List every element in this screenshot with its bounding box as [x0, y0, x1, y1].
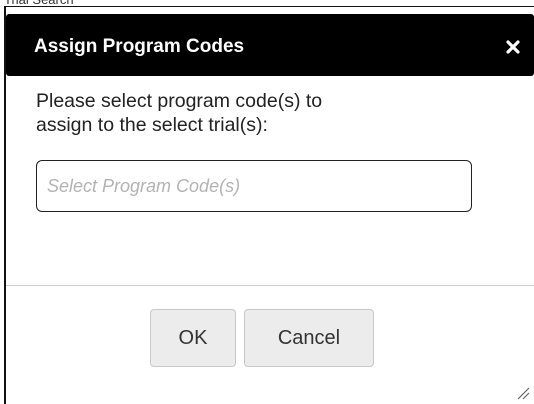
program-code-select[interactable]	[36, 160, 472, 212]
prompt-line-1: Please select program code(s) to	[36, 90, 323, 112]
close-button[interactable]	[500, 34, 526, 60]
resize-grip-icon[interactable]	[516, 386, 530, 400]
cancel-button[interactable]: Cancel	[244, 309, 374, 367]
dialog-title: Assign Program Codes	[34, 36, 245, 57]
ok-button[interactable]: OK	[150, 309, 236, 367]
dialog-prompt: Please select program code(s) to assign …	[36, 89, 496, 137]
program-code-input[interactable]	[37, 161, 471, 211]
assign-program-codes-dialog: Assign Program Codes Please select progr…	[4, 6, 534, 404]
footer-divider	[6, 285, 534, 286]
dialog-titlebar[interactable]: Assign Program Codes	[6, 14, 534, 76]
close-icon	[506, 40, 520, 54]
prompt-line-2: assign to the select trial(s):	[36, 114, 268, 136]
